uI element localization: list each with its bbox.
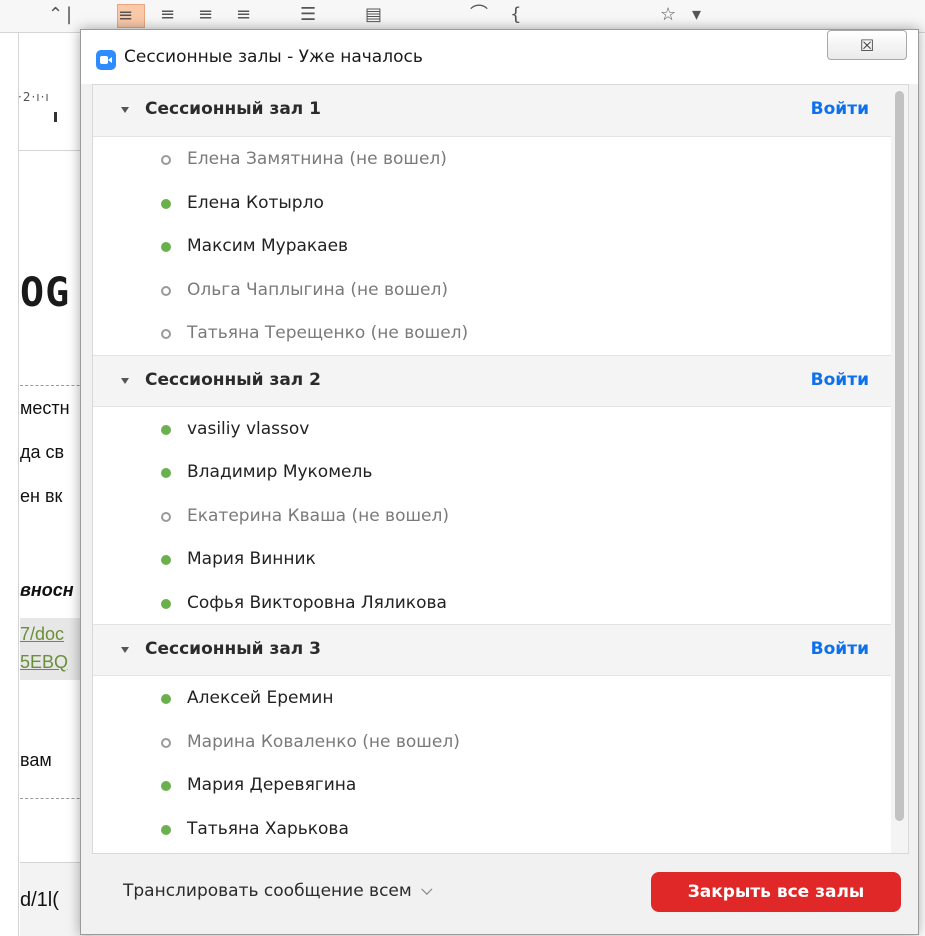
- participant-name: Алексей Еремин: [187, 688, 334, 708]
- join-room-button[interactable]: Войти: [811, 370, 869, 390]
- collapse-caret-icon[interactable]: [121, 647, 129, 653]
- background-link-line[interactable]: 7/doc: [20, 624, 64, 645]
- participant-name: Елена Замятнина (не вошел): [187, 149, 447, 169]
- participant-row: vasiliy vlassov: [93, 406, 893, 450]
- participant-name: Максим Муракаев: [187, 236, 349, 256]
- background-ruler: ·2·ı·ı: [18, 90, 88, 122]
- room-header[interactable]: Сессионный зал 3 Войти: [93, 624, 893, 676]
- participant-name: vasiliy vlassov: [187, 418, 310, 439]
- ribbon-dropdown-icon[interactable]: ▾: [692, 4, 701, 26]
- ribbon-separator-icon: |: [66, 4, 73, 25]
- justify-icon[interactable]: ≡: [236, 4, 251, 26]
- dialog-title: Сессионные залы - Уже началось: [124, 47, 423, 67]
- participant-name: Ольга Чаплыгина (не вошел): [187, 279, 448, 300]
- join-room-button[interactable]: Войти: [811, 99, 869, 119]
- room-title: Сессионный зал 3: [145, 639, 321, 659]
- participant-name: Марина Коваленко (не вошел): [187, 731, 460, 752]
- participant-name: Мария Деревягина: [187, 775, 357, 795]
- background-status-text: d/1l(: [20, 889, 59, 911]
- dialog-titlebar[interactable]: Сессионные залы - Уже началось ☒: [81, 30, 918, 84]
- offline-status-icon: [161, 329, 171, 339]
- online-status-icon: [161, 555, 171, 565]
- shading-icon[interactable]: ▤: [365, 4, 382, 26]
- shape-icon[interactable]: ⌒: [470, 4, 488, 26]
- star-icon[interactable]: ☆: [660, 4, 676, 26]
- participant-row: Татьяна Терещенко (не вошел): [93, 311, 893, 355]
- vertical-scrollbar[interactable]: [891, 85, 908, 853]
- background-text-line: ен вк: [20, 486, 63, 506]
- online-status-icon: [161, 824, 171, 835]
- participant-name: Екатерина Кваша (не вошел): [187, 505, 449, 526]
- rooms-list: Сессионный зал 1 Войти Елена Замятнина (…: [93, 85, 893, 850]
- zoom-camera-icon: [96, 50, 116, 70]
- background-italic-text: вносн: [20, 580, 74, 600]
- online-status-icon: [161, 598, 171, 609]
- background-link-line[interactable]: 5EBQ: [20, 652, 68, 673]
- participant-row: Максим Муракаев: [93, 224, 893, 268]
- background-text-line: вам: [20, 750, 52, 770]
- participant-name: Татьяна Харькова: [187, 818, 349, 839]
- participant-row: Марина Коваленко (не вошел): [93, 719, 893, 763]
- offline-status-icon: [161, 737, 171, 748]
- close-icon: ☒: [859, 35, 875, 55]
- participant-row: Софья Викторовна Ляликова: [93, 580, 893, 624]
- participant-name: Софья Викторовна Ляликова: [187, 592, 447, 613]
- align-left-icon[interactable]: ≡: [117, 4, 145, 28]
- participant-row: Елена Котырло: [93, 180, 893, 224]
- online-status-icon: [161, 694, 171, 704]
- breakout-rooms-dialog: Сессионные залы - Уже началось ☒ Сессион…: [80, 29, 919, 935]
- participant-row: Мария Винник: [93, 537, 893, 581]
- room-header[interactable]: Сессионный зал 1 Войти: [93, 85, 893, 137]
- room-title: Сессионный зал 1: [145, 99, 321, 119]
- background-text-line: да св: [20, 442, 65, 462]
- offline-status-icon: [161, 511, 171, 522]
- participant-row: Екатерина Кваша (не вошел): [93, 493, 893, 537]
- offline-status-icon: [161, 155, 171, 165]
- online-status-icon: [161, 781, 171, 791]
- align-right-icon[interactable]: ≡: [198, 4, 213, 26]
- line-spacing-icon[interactable]: ☰: [300, 4, 316, 26]
- ruler-text: ·2·ı·ı: [18, 90, 50, 104]
- broadcast-message-dropdown[interactable]: Транслировать сообщение всем: [123, 881, 433, 901]
- participant-row: Алексей Еремин: [93, 676, 893, 720]
- background-text-line: местн: [20, 398, 70, 418]
- scrollbar-thumb[interactable]: [895, 91, 904, 821]
- close-all-label: Закрыть все залы: [687, 882, 865, 902]
- participant-name: Владимир Мукомель: [187, 462, 373, 482]
- background-heading: OG: [20, 270, 71, 316]
- offline-status-icon: [161, 285, 171, 296]
- close-window-button[interactable]: ☒: [827, 30, 907, 60]
- bracket-left-icon[interactable]: {: [510, 4, 521, 26]
- screen: ⌃ | ≡ ≡ ≡ ≡ ☰ ▤ ⌒ { ☆ ▾ ·2·ı·ı OG местн …: [0, 0, 925, 936]
- participant-name: Татьяна Терещенко (не вошел): [187, 323, 469, 343]
- online-status-icon: [161, 242, 171, 252]
- chevron-down-icon: [420, 883, 433, 895]
- rooms-list-panel[interactable]: Сессионный зал 1 Войти Елена Замятнина (…: [92, 84, 909, 854]
- ribbon-caret-icon: ⌃: [48, 4, 64, 25]
- ruler-tick: [54, 112, 57, 122]
- online-status-icon: [161, 424, 171, 435]
- participant-row: Елена Замятнина (не вошел): [93, 137, 893, 181]
- participant-row: Ольга Чаплыгина (не вошел): [93, 267, 893, 311]
- collapse-caret-icon[interactable]: [121, 107, 129, 113]
- collapse-caret-icon[interactable]: [121, 377, 129, 384]
- participant-row: Татьяна Харькова: [93, 806, 893, 850]
- room-header[interactable]: Сессионный зал 2 Войти: [93, 354, 893, 407]
- broadcast-label: Транслировать сообщение всем: [123, 881, 412, 901]
- online-status-icon: [161, 198, 171, 209]
- close-all-rooms-button[interactable]: Закрыть все залы: [651, 872, 901, 912]
- room-title: Сессионный зал 2: [145, 369, 321, 390]
- participant-row: Владимир Мукомель: [93, 450, 893, 494]
- participant-name: Елена Котырло: [187, 192, 324, 213]
- participant-row: Мария Деревягина: [93, 763, 893, 807]
- background-page-edge: [18, 32, 19, 936]
- join-room-button[interactable]: Войти: [811, 639, 869, 659]
- dialog-footer: Транслировать сообщение всем Закрыть все…: [81, 854, 918, 934]
- participant-name: Мария Винник: [187, 549, 316, 569]
- align-center-icon[interactable]: ≡: [160, 4, 175, 26]
- online-status-icon: [161, 468, 171, 478]
